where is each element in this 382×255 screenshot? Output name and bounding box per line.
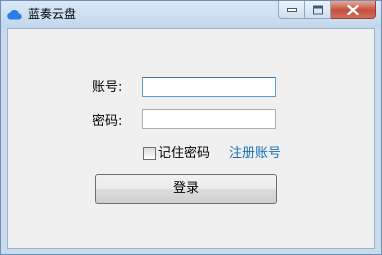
window-title: 蓝奏云盘 xyxy=(28,7,77,21)
close-icon xyxy=(347,4,359,15)
cloud-icon xyxy=(7,9,22,20)
account-input[interactable] xyxy=(142,77,276,97)
login-button[interactable]: 登录 xyxy=(95,174,277,204)
register-account-link[interactable]: 注册账号 xyxy=(229,146,281,162)
password-input[interactable] xyxy=(142,109,276,129)
title-bar[interactable]: 蓝奏云盘 xyxy=(1,1,381,28)
remember-password-checkbox[interactable] xyxy=(143,147,156,160)
login-panel: 账号: 密码: 记住密码 注册账号 登录 xyxy=(7,28,375,249)
maximize-button[interactable] xyxy=(305,1,331,19)
account-label: 账号: xyxy=(92,80,123,95)
minimize-icon xyxy=(286,7,297,12)
maximize-icon xyxy=(312,5,323,14)
login-window: 蓝奏云盘 账号: 密码: 记住密码 注册账号 登录 xyxy=(0,0,382,255)
remember-password-label[interactable]: 记住密码 xyxy=(158,146,210,162)
password-label: 密码: xyxy=(92,114,123,129)
minimize-button[interactable] xyxy=(278,1,305,19)
window-controls xyxy=(278,1,376,20)
close-button[interactable] xyxy=(331,1,376,19)
